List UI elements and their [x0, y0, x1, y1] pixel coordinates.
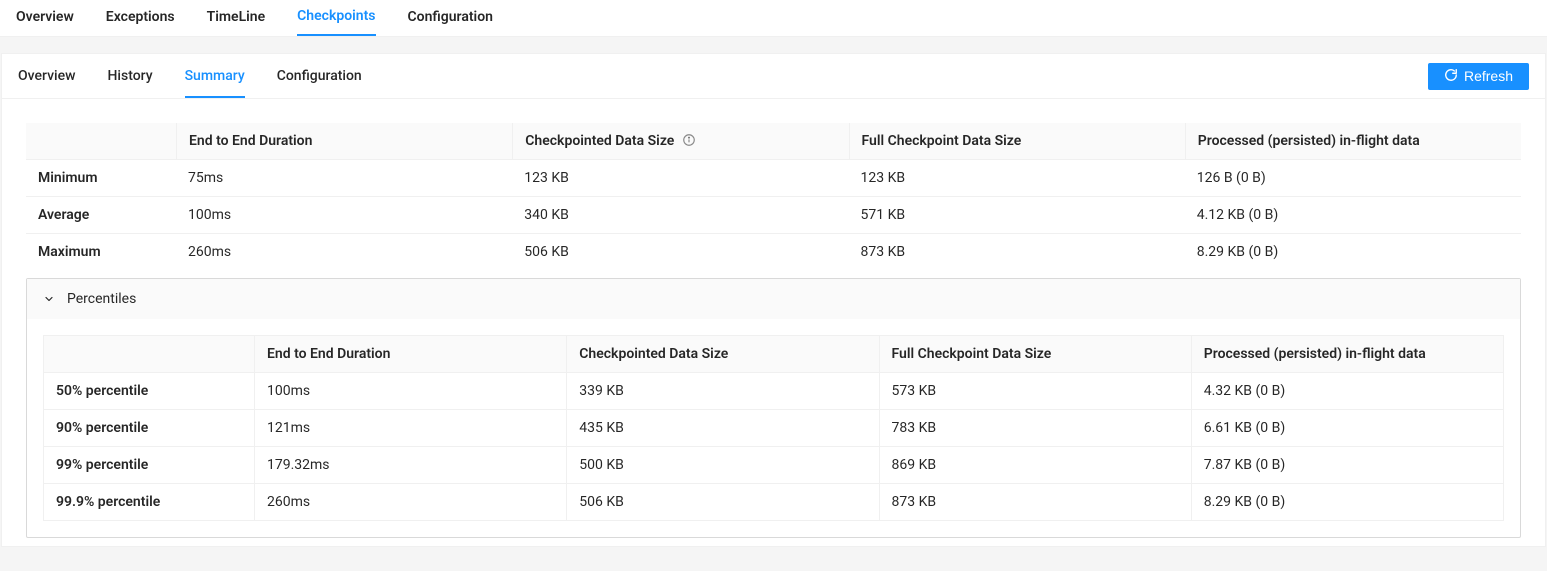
pct-header-inflight: Processed (persisted) in-flight data [1191, 336, 1503, 373]
cell-ckpt: 500 KB [566, 447, 878, 484]
cell-ckpt: 339 KB [566, 373, 878, 410]
row-label: Average [26, 197, 176, 234]
summary-table: End to End Duration Checkpointed Data Si… [26, 123, 1521, 270]
cell-inflight: 4.32 KB (0 B) [1191, 373, 1503, 410]
row-label: 90% percentile [44, 410, 254, 447]
pct-header-full: Full Checkpoint Data Size [879, 336, 1191, 373]
pct-header-blank [44, 336, 254, 373]
cell-inflight: 4.12 KB (0 B) [1185, 197, 1521, 234]
table-row: 99.9% percentile 260ms 506 KB 873 KB 8.2… [44, 484, 1503, 520]
table-row: 50% percentile 100ms 339 KB 573 KB 4.32 … [44, 373, 1503, 410]
subtab-history[interactable]: History [107, 54, 152, 98]
percentiles-toggle[interactable]: Percentiles [27, 279, 1520, 319]
row-label: Minimum [26, 160, 176, 197]
refresh-icon [1444, 68, 1458, 85]
pct-header-duration: End to End Duration [254, 336, 566, 373]
cell-inflight: 7.87 KB (0 B) [1191, 447, 1503, 484]
refresh-button[interactable]: Refresh [1428, 63, 1529, 90]
cell-duration: 100ms [254, 373, 566, 410]
cell-inflight: 8.29 KB (0 B) [1191, 484, 1503, 520]
cell-inflight: 126 B (0 B) [1185, 160, 1521, 197]
percentiles-table: End to End Duration Checkpointed Data Si… [43, 335, 1504, 521]
cell-duration: 260ms [254, 484, 566, 520]
percentiles-panel: Percentiles End to End Duration Checkp [26, 278, 1521, 538]
subtab-summary[interactable]: Summary [185, 54, 245, 98]
summary-header-full-size: Full Checkpoint Data Size [849, 123, 1185, 160]
row-label: Maximum [26, 234, 176, 270]
cell-duration: 179.32ms [254, 447, 566, 484]
cell-ckpt: 123 KB [512, 160, 848, 197]
cell-ckpt: 340 KB [512, 197, 848, 234]
subtab-configuration[interactable]: Configuration [277, 54, 362, 98]
percentiles-title: Percentiles [67, 291, 136, 307]
cell-full: 869 KB [879, 447, 1191, 484]
summary-header-duration: End to End Duration [176, 123, 512, 160]
checkpoints-card: Overview History Summary Configuration R… [1, 53, 1546, 547]
cell-full: 873 KB [849, 234, 1185, 270]
summary-header-ckpt-size: Checkpointed Data Size [512, 123, 848, 160]
cell-duration: 100ms [176, 197, 512, 234]
sub-tab-row: Overview History Summary Configuration R… [2, 54, 1545, 99]
table-row: Minimum 75ms 123 KB 123 KB 126 B (0 B) [26, 160, 1521, 197]
cell-duration: 260ms [176, 234, 512, 270]
row-label: 99% percentile [44, 447, 254, 484]
cell-inflight: 6.61 KB (0 B) [1191, 410, 1503, 447]
tab-checkpoints[interactable]: Checkpoints [297, 0, 375, 36]
table-row: Maximum 260ms 506 KB 873 KB 8.29 KB (0 B… [26, 234, 1521, 270]
row-label: 50% percentile [44, 373, 254, 410]
cell-duration: 121ms [254, 410, 566, 447]
summary-header-blank [26, 123, 176, 160]
cell-ckpt: 506 KB [566, 484, 878, 520]
info-icon[interactable] [682, 133, 696, 147]
cell-full: 873 KB [879, 484, 1191, 520]
cell-inflight: 8.29 KB (0 B) [1185, 234, 1521, 270]
cell-full: 783 KB [879, 410, 1191, 447]
pct-header-ckpt: Checkpointed Data Size [566, 336, 878, 373]
tab-configuration[interactable]: Configuration [408, 1, 493, 35]
tab-exceptions[interactable]: Exceptions [106, 1, 175, 35]
refresh-button-label: Refresh [1464, 68, 1513, 84]
row-label: 99.9% percentile [44, 484, 254, 520]
tab-overview[interactable]: Overview [16, 1, 74, 35]
cell-ckpt: 435 KB [566, 410, 878, 447]
chevron-down-icon [43, 293, 55, 305]
table-row: 90% percentile 121ms 435 KB 783 KB 6.61 … [44, 410, 1503, 447]
sub-tabs: Overview History Summary Configuration [18, 54, 362, 98]
subtab-overview[interactable]: Overview [18, 54, 75, 98]
cell-full: 123 KB [849, 160, 1185, 197]
top-tabs: Overview Exceptions TimeLine Checkpoints… [0, 0, 1547, 37]
table-row: Average 100ms 340 KB 571 KB 4.12 KB (0 B… [26, 197, 1521, 234]
cell-full: 571 KB [849, 197, 1185, 234]
cell-full: 573 KB [879, 373, 1191, 410]
tab-timeline[interactable]: TimeLine [207, 1, 266, 35]
summary-header-inflight: Processed (persisted) in-flight data [1185, 123, 1521, 160]
cell-duration: 75ms [176, 160, 512, 197]
summary-header-ckpt-size-label: Checkpointed Data Size [525, 133, 674, 149]
cell-ckpt: 506 KB [512, 234, 848, 270]
table-row: 99% percentile 179.32ms 500 KB 869 KB 7.… [44, 447, 1503, 484]
